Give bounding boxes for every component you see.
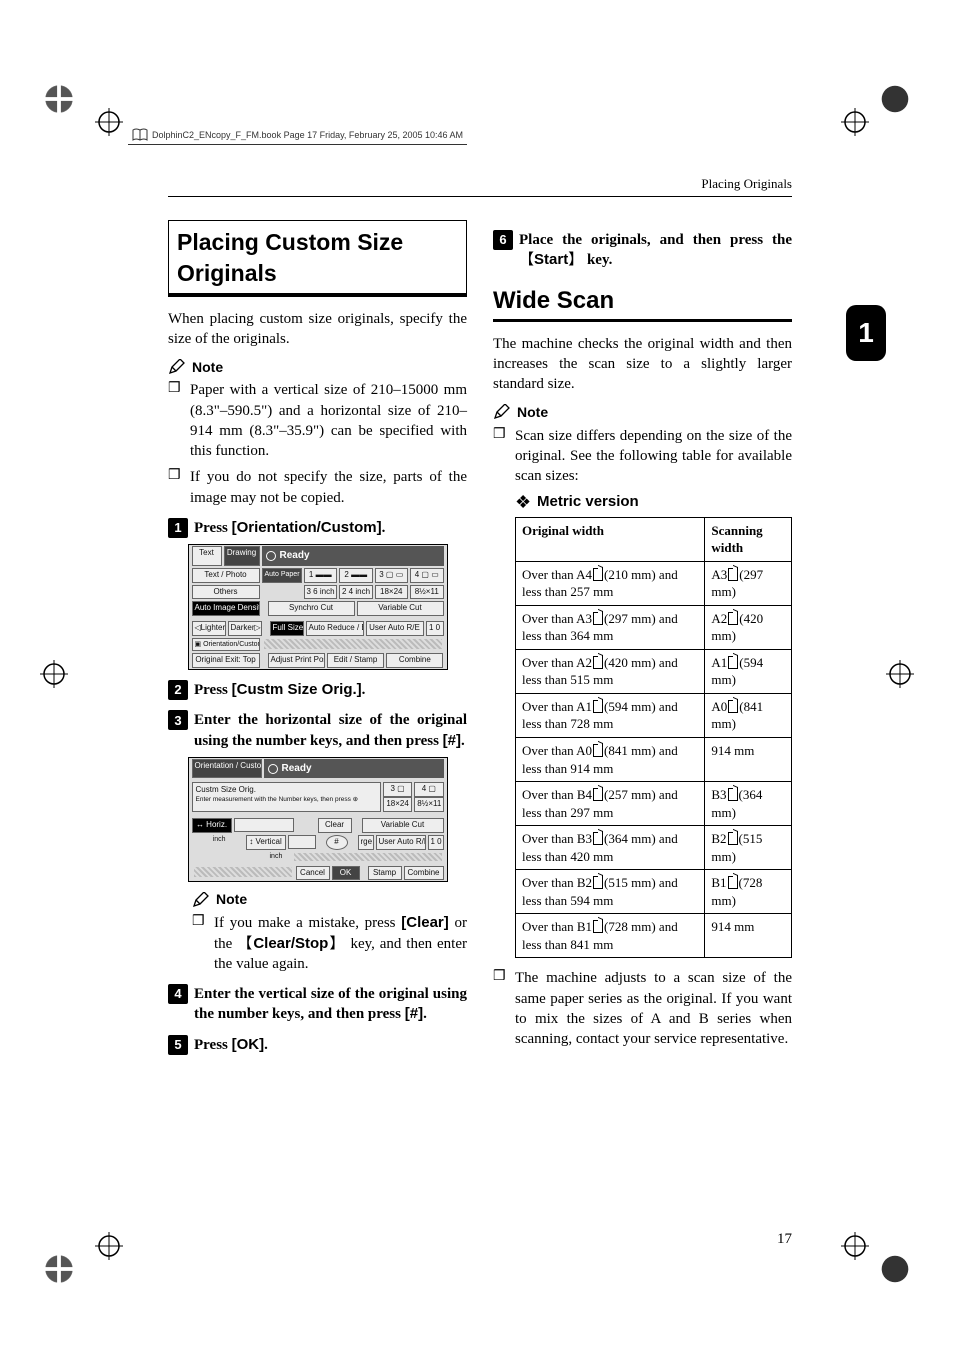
step-number-icon: 4 bbox=[168, 984, 188, 1004]
pencil-icon bbox=[168, 359, 186, 375]
step-6: 6 Place the originals, and then press th… bbox=[493, 230, 792, 271]
note-label: Note bbox=[517, 403, 548, 422]
crop-corner-icon bbox=[40, 80, 78, 118]
pdf-header-text: DolphinC2_ENcopy_F_FM.book Page 17 Frida… bbox=[152, 130, 463, 140]
pdf-header-bar: DolphinC2_ENcopy_F_FM.book Page 17 Frida… bbox=[128, 128, 467, 145]
table-row: Over than B4(257 mm) and less than 297 m… bbox=[516, 782, 792, 826]
table-header: Original width bbox=[516, 517, 705, 561]
note-item: ❒Paper with a vertical size of 210–15000… bbox=[168, 380, 467, 461]
registration-mark-icon bbox=[841, 1232, 869, 1260]
table-row: Over than A2(420 mm) and less than 515 m… bbox=[516, 649, 792, 693]
pencil-icon bbox=[192, 892, 210, 908]
table-row: Over than A1(594 mm) and less than 728 m… bbox=[516, 693, 792, 737]
content-columns: Placing Custom Size Originals When placi… bbox=[168, 220, 792, 1228]
note-heading: Note bbox=[168, 358, 467, 377]
step-5: 5 Press [OK]. bbox=[168, 1035, 467, 1055]
custm-size-orig-button-label: [Custm Size Orig.] bbox=[232, 681, 362, 698]
ok-button-label: [OK] bbox=[232, 1036, 265, 1053]
step-number-icon: 3 bbox=[168, 710, 188, 730]
registration-mark-icon bbox=[40, 660, 68, 688]
step-2: 2 Press [Custm Size Orig.]. bbox=[168, 680, 467, 700]
step-4: 4 Enter the vertical size of the origina… bbox=[168, 984, 467, 1025]
pencil-icon bbox=[493, 404, 511, 420]
table-row: Over than B1(728 mm) and less than 841 m… bbox=[516, 914, 792, 958]
top-rule bbox=[168, 196, 792, 197]
note-item: ❒Scan size differs depending on the size… bbox=[493, 426, 792, 487]
lcd-screenshot-1: TextDrawingReady Text / PhotoAuto Paper … bbox=[188, 544, 448, 670]
table-header: Scanning width bbox=[705, 517, 792, 561]
chapter-tab: 1 bbox=[846, 305, 886, 361]
start-key-label: Start bbox=[519, 251, 583, 268]
registration-mark-icon bbox=[95, 1232, 123, 1260]
clear-stop-key-label: Clear/Stop bbox=[237, 935, 345, 952]
intro-paragraph: When placing custom size originals, spec… bbox=[168, 309, 467, 350]
note-label: Note bbox=[216, 890, 247, 909]
table-row: Over than A4(210 mm) and less than 257 m… bbox=[516, 561, 792, 605]
table-row: Over than A3(297 mm) and less than 364 m… bbox=[516, 605, 792, 649]
step-number-icon: 1 bbox=[168, 518, 188, 538]
note-item: ❒The machine adjusts to a scan size of t… bbox=[493, 968, 792, 1049]
registration-mark-icon bbox=[95, 108, 123, 136]
crop-corner-icon bbox=[876, 80, 914, 118]
note-label: Note bbox=[192, 358, 223, 377]
hash-button-label: [#] bbox=[443, 732, 461, 749]
clear-button-label: [Clear] bbox=[401, 914, 449, 931]
heading-wide-scan: Wide Scan bbox=[493, 285, 792, 322]
note-item: ❒If you make a mistake, press [Clear] or… bbox=[168, 913, 467, 974]
step-3: 3 Enter the horizontal size of the origi… bbox=[168, 710, 467, 751]
table-row: Over than B3(364 mm) and less than 420 m… bbox=[516, 826, 792, 870]
subheading-metric: ❖ Metric version bbox=[515, 492, 792, 512]
crop-corner-icon bbox=[876, 1250, 914, 1288]
diamond-icon: ❖ bbox=[515, 495, 529, 509]
table-row: Over than A0(841 mm) and less than 914 m… bbox=[516, 738, 792, 782]
book-icon bbox=[132, 128, 148, 142]
hash-button-label: [#] bbox=[405, 1005, 423, 1022]
table-row: Over than B2(515 mm) and less than 594 m… bbox=[516, 870, 792, 914]
crop-corner-icon bbox=[40, 1250, 78, 1288]
step-1: 1 Press [Orientation/Custom]. bbox=[168, 518, 467, 538]
lcd-screenshot-2: Orientation / CustomReady Custm Size Ori… bbox=[188, 757, 448, 882]
note-heading: Note bbox=[493, 403, 792, 422]
step-number-icon: 6 bbox=[493, 230, 513, 250]
running-head: Placing Originals bbox=[701, 176, 792, 192]
heading-placing-custom: Placing Custom Size Originals bbox=[168, 220, 467, 297]
note-item: ❒If you do not specify the size, parts o… bbox=[168, 467, 467, 508]
registration-mark-icon bbox=[886, 660, 914, 688]
metric-version-table: Original width Scanning width Over than … bbox=[515, 517, 792, 959]
page-number: 17 bbox=[777, 1231, 792, 1248]
orientation-custom-button-label: [Orientation/Custom] bbox=[232, 519, 382, 536]
wide-scan-intro: The machine checks the original width an… bbox=[493, 334, 792, 395]
step-number-icon: 5 bbox=[168, 1035, 188, 1055]
registration-mark-icon bbox=[841, 108, 869, 136]
step-number-icon: 2 bbox=[168, 680, 188, 700]
note-heading: Note bbox=[192, 890, 467, 909]
